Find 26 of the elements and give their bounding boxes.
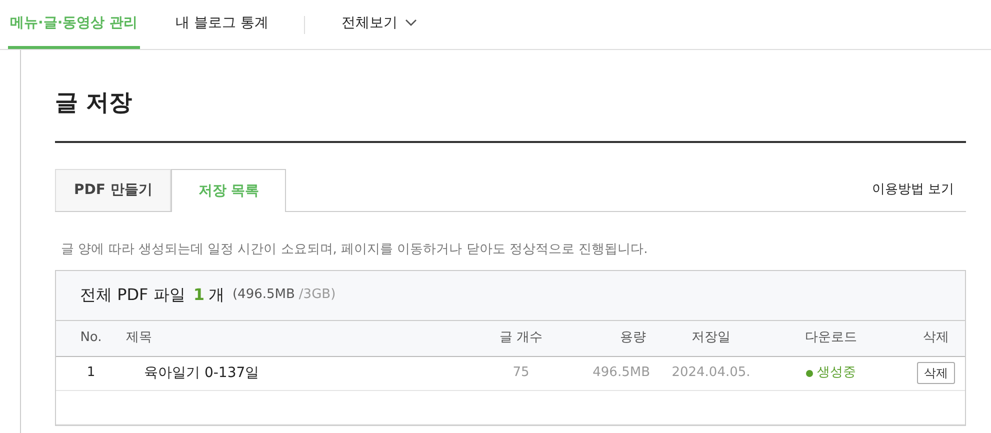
table-cell-text: 75 [512,364,530,382]
table-cell-text: 육아일기 0-137일 [143,364,260,382]
view-all-menu[interactable]: 전체보기 [339,0,420,49]
chevron-down-icon [405,19,418,27]
notice-text: 글 양에 따라 생성되는데 일정 시간이 소요되며, 페이지를 이동하거나 닫아도 정상적으로 진행됩니다. [61,241,649,259]
table-cell-text: 496.5MB [592,364,651,382]
column-header: 용량 [619,329,647,348]
page-title: 글 저장 [55,50,966,143]
column-header: 삭제 [922,329,950,348]
status-text: 생성중 [817,364,856,382]
column-header: 다운로드 [804,329,858,348]
table-cell-text: 1 [86,364,96,382]
column-header: No. [79,329,103,348]
used-size: (496.5MB [232,286,295,304]
nav-tab[interactable]: 내 블로그 통계 [174,0,270,49]
column-header: 제목 [126,329,153,348]
tab[interactable]: PDF 만들기 [55,169,172,211]
total-size: /3GB) [298,286,336,304]
column-header: 저장일 [690,329,732,348]
table-cell-text: 2024.04.05. [670,364,752,382]
summary-title: 전체 PDF 파일 [80,284,186,306]
count-unit: 개 [208,284,224,306]
help-link[interactable]: 이용방법 보기 [872,180,966,200]
column-header: 글 개수 [498,329,544,348]
file-count: 1 [193,284,204,306]
delete-button[interactable]: 삭제 [917,362,955,384]
